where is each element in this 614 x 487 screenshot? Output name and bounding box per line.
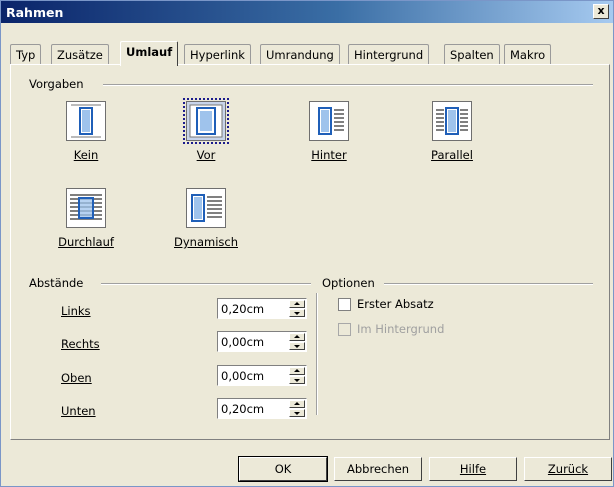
wrap-option-kein[interactable]: Kein <box>46 101 126 165</box>
cancel-button[interactable]: Abbrechen <box>334 457 422 481</box>
wrap-dynamic-icon <box>186 188 226 228</box>
tab-umrandung[interactable]: Umrandung <box>260 44 340 65</box>
wrap-behind-icon <box>309 101 349 141</box>
window-title: Rahmen <box>6 5 64 20</box>
tab-spalten[interactable]: Spalten <box>444 44 500 65</box>
im-hintergrund-checkbox[interactable] <box>338 323 351 336</box>
wrap-option-parallel[interactable]: Parallel <box>412 101 492 165</box>
rechts-up-button[interactable] <box>289 333 305 341</box>
wrap-label-durchlauf: Durchlauf <box>58 235 114 249</box>
arrow-up-icon <box>294 369 300 372</box>
oben-up-button[interactable] <box>289 367 305 375</box>
close-button[interactable]: x <box>593 4 609 19</box>
tab-panel-umlauf: Vorgaben Kein Vor Hinter Parallel Durchl… <box>10 64 610 440</box>
wrap-parallel-icon <box>432 101 472 141</box>
vorgaben-divider <box>103 84 593 86</box>
optionen-separator <box>316 293 318 415</box>
erster-absatz-label[interactable]: Erster Absatz <box>357 297 434 311</box>
links-up-button[interactable] <box>289 300 305 308</box>
oben-spinbox[interactable]: 0,00cm <box>217 365 307 386</box>
wrap-label-vor: Vor <box>196 148 216 162</box>
arrow-up-icon <box>294 302 300 305</box>
unten-down-button[interactable] <box>289 409 305 417</box>
wrap-none-icon <box>66 101 106 141</box>
rechts-value: 0,00cm <box>221 335 265 349</box>
frame-dialog: Rahmen x Typ Zusätze Umlauf Hyperlink Um… <box>0 0 614 487</box>
title-bar: Rahmen x <box>1 1 613 23</box>
oben-value: 0,00cm <box>221 369 265 383</box>
wrap-option-durchlauf[interactable]: Durchlauf <box>46 188 126 252</box>
tab-hyperlink[interactable]: Hyperlink <box>184 44 251 65</box>
oben-label: Oben <box>61 371 92 385</box>
rechts-down-button[interactable] <box>289 342 305 350</box>
arrow-down-icon <box>294 412 300 415</box>
rechts-spinbox[interactable]: 0,00cm <box>217 331 307 352</box>
arrow-down-icon <box>294 379 300 382</box>
arrow-up-icon <box>294 402 300 405</box>
wrap-label-kein: Kein <box>73 148 99 162</box>
wrap-label-dynamisch: Dynamisch <box>174 235 238 249</box>
tab-makro[interactable]: Makro <box>504 44 552 65</box>
arrow-up-icon <box>294 335 300 338</box>
links-label: Links <box>61 304 91 318</box>
wrap-label-hinter: Hinter <box>311 148 347 162</box>
erster-absatz-checkbox[interactable] <box>338 298 351 311</box>
rechts-label: Rechts <box>61 337 100 351</box>
help-button[interactable]: Hilfe <box>429 457 517 481</box>
optionen-divider <box>384 283 593 285</box>
optionen-heading: Optionen <box>322 276 375 290</box>
abstaende-heading: Abstände <box>29 276 84 290</box>
links-down-button[interactable] <box>289 309 305 317</box>
arrow-down-icon <box>294 312 300 315</box>
close-icon: x <box>597 4 605 17</box>
tab-umlauf[interactable]: Umlauf <box>120 41 179 66</box>
ok-button[interactable]: OK <box>238 456 328 482</box>
vorgaben-heading: Vorgaben <box>29 77 84 91</box>
links-value: 0,20cm <box>221 302 265 316</box>
abstaende-divider <box>101 283 311 285</box>
tab-hintergrund[interactable]: Hintergrund <box>348 44 430 65</box>
unten-spinbox[interactable]: 0,20cm <box>217 398 307 419</box>
arrow-down-icon <box>294 345 300 348</box>
links-spinbox[interactable]: 0,20cm <box>217 298 307 319</box>
wrap-option-hinter[interactable]: Hinter <box>289 101 369 165</box>
tab-typ[interactable]: Typ <box>10 44 42 65</box>
unten-up-button[interactable] <box>289 400 305 408</box>
wrap-option-dynamisch[interactable]: Dynamisch <box>166 188 246 252</box>
wrap-before-icon <box>183 98 229 144</box>
unten-value: 0,20cm <box>221 402 265 416</box>
im-hintergrund-label: Im Hintergrund <box>357 322 445 336</box>
back-button[interactable]: Zurück <box>524 457 612 481</box>
unten-label: Unten <box>61 404 96 418</box>
tab-zusaetze[interactable]: Zusätze <box>51 44 109 65</box>
oben-down-button[interactable] <box>289 376 305 384</box>
wrap-option-vor[interactable]: Vor <box>166 98 246 165</box>
wrap-label-parallel: Parallel <box>431 148 473 162</box>
wrap-through-icon <box>66 188 106 228</box>
